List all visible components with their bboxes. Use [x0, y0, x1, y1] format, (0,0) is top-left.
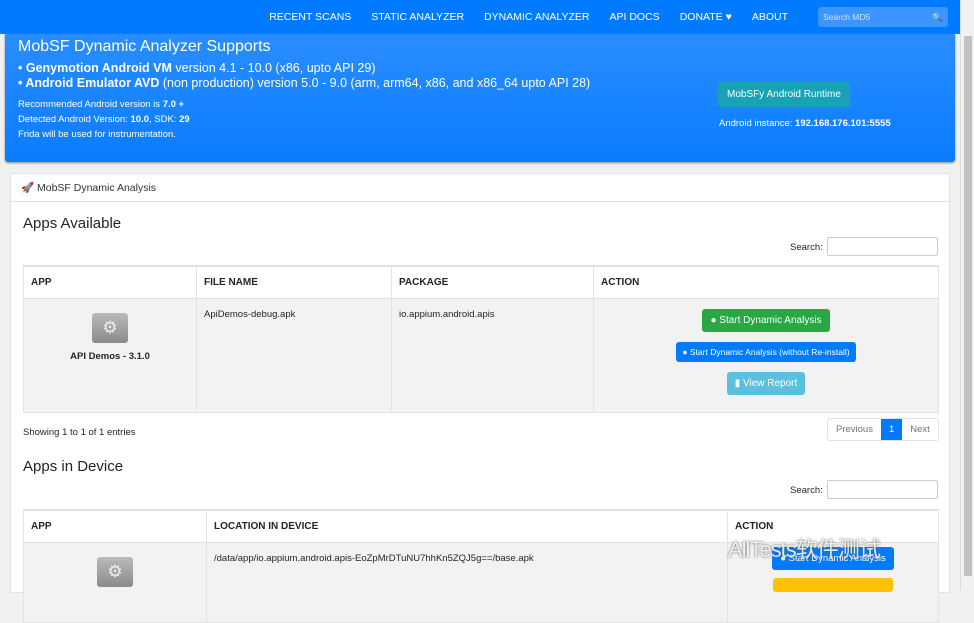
col-app: APP	[23, 265, 197, 299]
search-input[interactable]: Search MD5 🔍	[818, 7, 948, 27]
support-genymotion: • Genymotion Android VM version 4.1 - 10…	[18, 61, 376, 75]
col-app: APP	[23, 509, 207, 543]
showing-entries: Showing 1 to 1 of 1 entries	[23, 427, 136, 438]
navbar: RECENT SCANS STATIC ANALYZER DYNAMIC ANA…	[0, 0, 960, 34]
package-name: io.appium.android.apis	[391, 297, 594, 413]
search-label: Search:	[790, 485, 823, 496]
dynamic-analysis-card: 🚀 MobSF Dynamic Analysis Apps Available …	[10, 173, 950, 623]
view-report-button[interactable]: ▮ View Report	[726, 371, 806, 395]
scrollbar[interactable]	[960, 0, 974, 590]
pagination-page-1[interactable]: 1	[880, 419, 903, 440]
apps-available-search[interactable]	[827, 237, 938, 256]
scrollbar-thumb[interactable]	[964, 36, 972, 576]
nav-recent-scans[interactable]: RECENT SCANS	[269, 11, 351, 23]
apps-in-device-search[interactable]	[827, 480, 938, 499]
nav-about[interactable]: ABOUT	[752, 11, 788, 23]
device-location: /data/app/io.appium.android.apis-EoZpMrD…	[206, 541, 728, 623]
app-folder-icon: ⚙	[97, 556, 133, 587]
col-package: PACKAGE	[391, 265, 594, 299]
search-placeholder: Search MD5	[823, 12, 871, 22]
table-row: ⚙ API Demos - 3.1.0 ApiDemos-debug.apk io…	[23, 297, 939, 413]
banner-title: MobSF Dynamic Analyzer Supports	[18, 38, 271, 55]
col-file-name: FILE NAME	[196, 265, 392, 299]
apps-available-table: APP FILE NAME PACKAGE ACTION ⚙ API Demos - 3…	[23, 265, 939, 413]
support-banner: MobSF Dynamic Analyzer Supports • Genymo…	[5, 34, 955, 162]
card-header: 🚀 MobSF Dynamic Analysis	[11, 174, 949, 202]
apps-available-heading: Apps Available	[23, 215, 122, 232]
apps-in-device-table: APP LOCATION IN DEVICE ACTION ⚙ /data/app/…	[23, 509, 939, 623]
app-name: API Demos - 3.1.0	[70, 350, 150, 362]
nav-api-docs[interactable]: API DOCS	[610, 11, 660, 23]
apps-in-device-heading: Apps in Device	[23, 458, 124, 475]
col-action: ACTION	[593, 265, 939, 299]
file-name: ApiDemos-debug.apk	[196, 297, 392, 413]
nav-donate[interactable]: DONATE ♥	[680, 11, 732, 23]
start-without-reinstall-button[interactable]: ● Start Dynamic Analysis (without Re-ins…	[676, 341, 856, 362]
watermark: AllTests软件测试	[728, 537, 881, 562]
pagination: Previous 1 Next	[827, 418, 939, 441]
search-icon[interactable]: 🔍	[932, 12, 943, 23]
app-folder-icon: ⚙	[92, 312, 128, 343]
mobsfy-runtime-button[interactable]: MobSFy Android Runtime	[718, 82, 850, 107]
nav-static-analyzer[interactable]: STATIC ANALYZER	[371, 11, 464, 23]
secondary-action-button[interactable]	[773, 577, 893, 592]
rocket-icon: 🚀	[21, 182, 35, 194]
pagination-next[interactable]: Next	[902, 419, 938, 440]
nav-dynamic-analyzer[interactable]: DYNAMIC ANALYZER	[484, 11, 589, 23]
col-location: LOCATION IN DEVICE	[206, 509, 728, 543]
frida-note: Frida will be used for instrumentation.	[18, 129, 176, 140]
start-dynamic-analysis-button[interactable]: ● Start Dynamic Analysis	[702, 308, 830, 332]
pagination-previous[interactable]: Previous	[828, 419, 881, 440]
android-instance: Android instance: 192.168.176.101:5555	[719, 118, 891, 129]
search-label: Search:	[790, 242, 823, 253]
card-title: MobSF Dynamic Analysis	[37, 182, 157, 194]
